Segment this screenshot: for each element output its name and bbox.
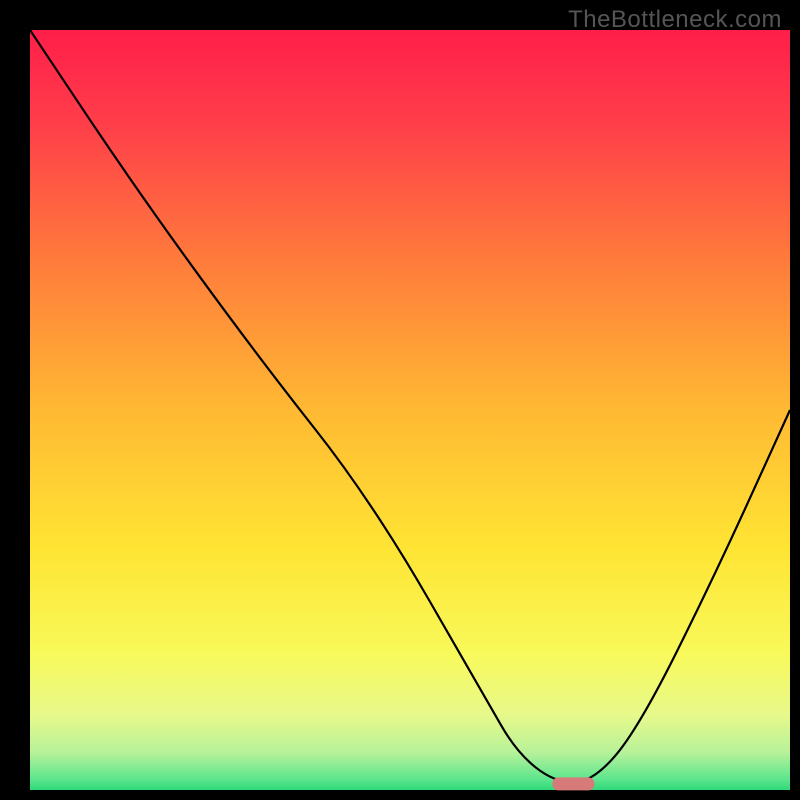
plot-background: [30, 30, 790, 790]
watermark-text: TheBottleneck.com: [568, 6, 782, 34]
chart-frame: TheBottleneck.com: [0, 0, 800, 800]
bottleneck-chart: [0, 0, 800, 800]
optimal-marker: [552, 777, 594, 790]
